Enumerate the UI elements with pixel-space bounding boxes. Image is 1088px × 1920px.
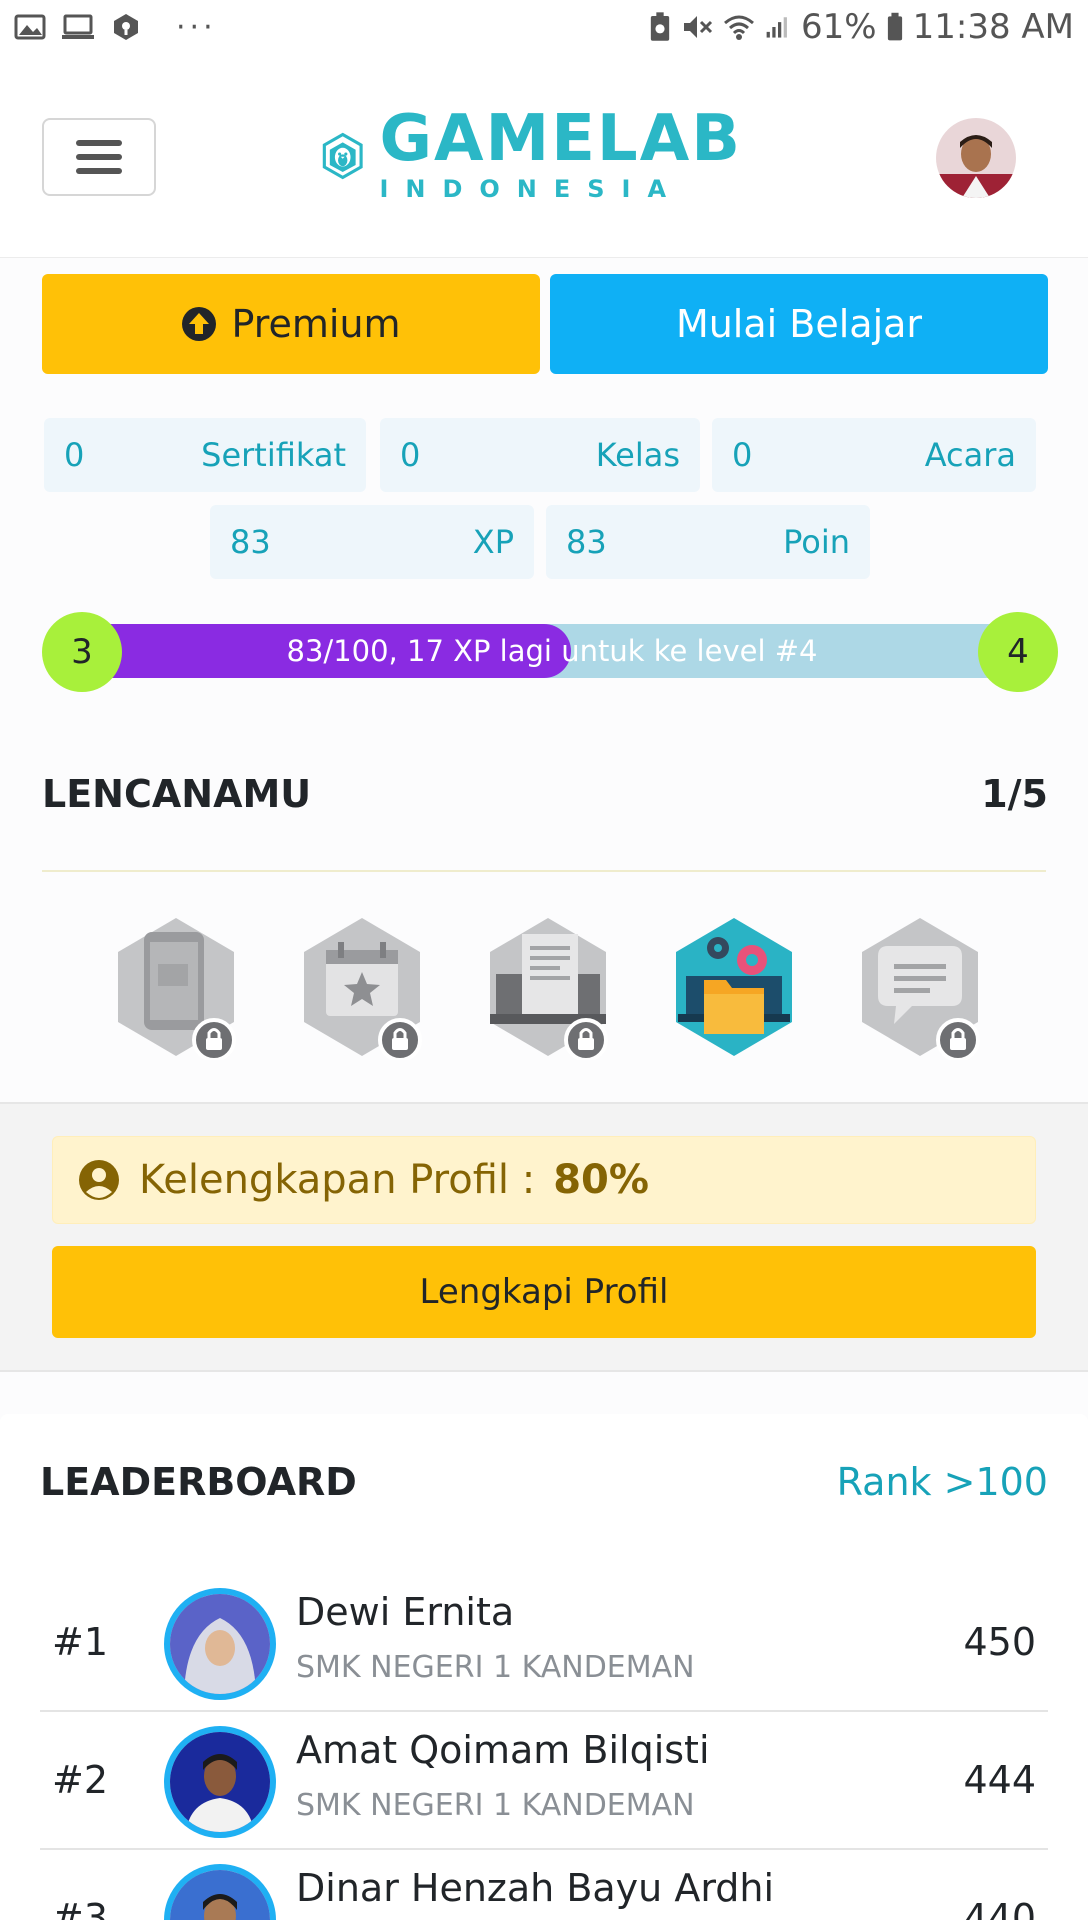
leaderboard-rank: #3 (52, 1896, 109, 1920)
app-header: GAMELAB INDONESIA (0, 54, 1088, 258)
leaderboard-row[interactable]: #3 Dinar Henzah Bayu Ardhi 440 (40, 1852, 1048, 1920)
complete-profile-button[interactable]: Lengkapi Profil (52, 1246, 1036, 1338)
badges-divider (42, 870, 1046, 872)
leaderboard-row[interactable]: #2 Amat Qoimam Bilqisti SMK NEGERI 1 KAN… (40, 1714, 1048, 1850)
level-progress-text: 83/100, 17 XP lagi untuk ke level #4 (286, 634, 818, 668)
status-bar: ··· 61% 11:38 AM (0, 0, 1088, 54)
stat-label: Acara (924, 436, 1016, 474)
badge-document-locked[interactable] (482, 914, 614, 1062)
chat-quote-badge-icon (862, 918, 980, 1062)
leaderboard-avatar (164, 1726, 276, 1838)
stat-certificates: 0 Sertifikat (44, 418, 366, 492)
cast-icon (62, 14, 94, 39)
user-circle-icon (79, 1160, 119, 1200)
stat-label: Kelas (595, 436, 680, 474)
leaderboard-score: 450 (963, 1620, 1036, 1664)
next-level-badge: 4 (978, 612, 1058, 692)
leaderboard-school: SMK NEGERI 1 KANDEMAN (296, 1650, 695, 1685)
logo-title: GAMELAB (379, 102, 742, 176)
hamburger-menu-button[interactable] (42, 118, 156, 196)
leaderboard-name: Dinar Henzah Bayu Ardhi (296, 1866, 775, 1910)
battery-saver-icon (650, 12, 670, 41)
clock: 11:38 AM (912, 7, 1074, 47)
gear-folder-badge-icon (676, 918, 792, 1056)
gallery-icon (14, 14, 46, 40)
badge-chat-locked[interactable] (854, 914, 986, 1062)
mobile-device-badge-icon (118, 918, 236, 1062)
start-learning-label: Mulai Belajar (675, 302, 923, 346)
user-avatar[interactable] (936, 118, 1016, 198)
arrow-up-circle-icon (182, 307, 217, 341)
stat-label: XP (472, 523, 514, 561)
leaderboard-row[interactable]: #1 Dewi Ernita SMK NEGERI 1 KANDEMAN 450 (40, 1576, 1048, 1712)
leaderboard-score: 440 (963, 1896, 1036, 1920)
stat-value: 83 (566, 523, 607, 561)
profile-completeness-label: Kelengkapan Profil : (139, 1157, 536, 1203)
wifi-icon (724, 15, 755, 40)
leaderboard-name: Dewi Ernita (296, 1590, 515, 1634)
leaderboard-avatar (164, 1588, 276, 1700)
profile-completeness-percent: 80% (553, 1157, 649, 1203)
leaderboard-school: SMK NEGERI 1 KANDEMAN (296, 1788, 695, 1823)
leaderboard-rank: #2 (52, 1758, 109, 1802)
badge-mobile-locked[interactable] (110, 914, 242, 1062)
logo-subtitle: INDONESIA (379, 175, 684, 203)
stat-classes: 0 Kelas (380, 418, 700, 492)
gamelab-logo[interactable]: GAMELAB INDONESIA (322, 94, 742, 218)
complete-profile-label: Lengkapi Profil (419, 1272, 669, 1312)
battery-icon (887, 12, 902, 41)
leaderboard-score: 444 (963, 1758, 1036, 1802)
current-level-badge: 3 (42, 612, 122, 692)
stat-xp: 83 XP (210, 505, 534, 579)
stat-value: 0 (732, 436, 753, 474)
user-photo (936, 118, 1016, 198)
shield-icon (114, 14, 138, 40)
premium-button[interactable]: Premium (42, 274, 540, 374)
badges-count: 1/5 (981, 772, 1048, 816)
battery-percent: 61% (801, 7, 877, 47)
signal-icon (766, 17, 787, 38)
premium-label: Premium (231, 302, 401, 346)
badge-calendar-locked[interactable] (296, 914, 428, 1062)
stat-events: 0 Acara (712, 418, 1036, 492)
more-notifications: ··· (176, 9, 217, 45)
hamburger-icon (76, 140, 122, 174)
profile-completeness-alert: Kelengkapan Profil : 80% (52, 1136, 1036, 1224)
document-laptop-badge-icon (490, 918, 608, 1062)
start-learning-button[interactable]: Mulai Belajar (550, 274, 1048, 374)
stat-label: Poin (783, 523, 850, 561)
level-progress-bar: 83/100, 17 XP lagi untuk ke level #4 (82, 624, 1022, 678)
stat-value: 0 (400, 436, 421, 474)
leaderboard-name: Amat Qoimam Bilqisti (296, 1728, 710, 1772)
badges-title: LENCANAMU (42, 772, 312, 816)
calendar-star-badge-icon (304, 918, 422, 1062)
leaderboard-rank: #1 (52, 1620, 109, 1664)
stat-value: 83 (230, 523, 271, 561)
stat-points: 83 Poin (546, 505, 870, 579)
leaderboard-title: LEADERBOARD (40, 1460, 357, 1504)
leaderboard-avatar (164, 1864, 276, 1920)
badge-gear-folder-unlocked[interactable] (668, 914, 800, 1060)
mute-icon (684, 16, 713, 38)
user-rank-link[interactable]: Rank >100 (837, 1460, 1048, 1504)
stat-label: Sertifikat (201, 436, 346, 474)
stat-value: 0 (64, 436, 85, 474)
penguin-logo-icon (322, 132, 363, 180)
